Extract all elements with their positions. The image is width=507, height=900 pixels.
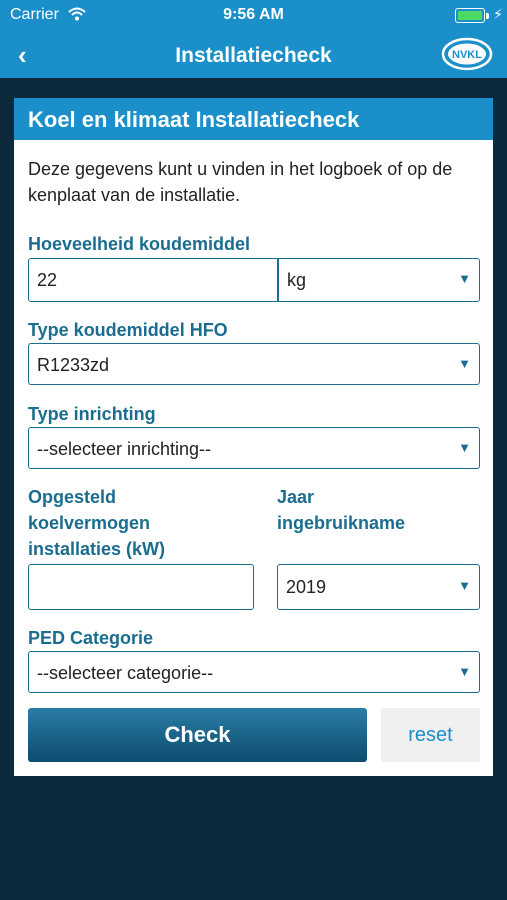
installation-check-card: Koel en klimaat Installatiecheck Deze ge…	[14, 98, 493, 776]
capacity-label-line2: koelvermogen	[28, 513, 151, 533]
battery-tip	[486, 13, 489, 19]
unit-select[interactable]: kg	[287, 270, 306, 291]
navigation-bar: ‹ Installatiecheck NVKL	[0, 32, 507, 78]
capacity-input[interactable]	[28, 564, 254, 610]
battery-fill	[458, 11, 482, 20]
commission-year-value: 2019	[286, 577, 327, 597]
reset-button[interactable]: reset	[381, 708, 480, 762]
charging-icon: ⚡	[493, 6, 503, 22]
quantity-field-group: 22 kg ▼	[28, 258, 480, 302]
commission-year-label-line2: ingebruikname	[277, 513, 406, 533]
battery-icon	[455, 8, 485, 23]
chevron-down-icon: ▼	[458, 271, 471, 286]
nav-title: Installatiecheck	[175, 44, 332, 67]
chevron-down-icon: ▼	[458, 578, 471, 593]
capacity-label-line1: Opgesteld	[28, 487, 117, 507]
refrigerant-type-label: Type koudemiddel HFO	[28, 320, 228, 340]
quantity-input[interactable]: 22	[37, 270, 57, 291]
quantity-label: Hoeveelheid koudemiddel	[28, 234, 251, 254]
ped-category-value: --selecteer categorie--	[37, 663, 214, 683]
installation-type-value: --selecteer inrichting--	[37, 439, 212, 459]
refrigerant-type-value: R1233zd	[37, 355, 110, 375]
installation-type-select[interactable]: --selecteer inrichting-- ▼	[28, 427, 480, 469]
status-time: 9:56 AM	[223, 6, 284, 23]
logo-text: NVKL	[452, 49, 482, 61]
chevron-down-icon: ▼	[458, 664, 471, 679]
chevron-down-icon: ▼	[458, 356, 471, 371]
capacity-label-line3: installaties (kW)	[28, 539, 166, 559]
capacity-label: Opgesteld koelvermogen installaties (kW)	[28, 484, 165, 562]
intro-text: Deze gegevens kunt u vinden in het logbo…	[28, 159, 453, 205]
card-title: Koel en klimaat Installatiecheck	[14, 98, 493, 140]
commission-year-label: Jaar ingebruikname	[277, 484, 405, 536]
refrigerant-type-select[interactable]: R1233zd ▼	[28, 343, 480, 385]
installation-type-label: Type inrichting	[28, 404, 156, 424]
status-bar: Carrier 9:56 AM ⚡	[0, 0, 507, 32]
chevron-down-icon: ▼	[458, 440, 471, 455]
ped-category-label: PED Categorie	[28, 628, 154, 648]
field-divider	[277, 259, 279, 301]
commission-year-select[interactable]: 2019 ▼	[277, 564, 480, 610]
check-button[interactable]: Check	[28, 708, 367, 762]
nvkl-logo: NVKL	[441, 37, 493, 71]
commission-year-label-line1: Jaar	[277, 487, 315, 507]
ped-category-select[interactable]: --selecteer categorie-- ▼	[28, 651, 480, 693]
